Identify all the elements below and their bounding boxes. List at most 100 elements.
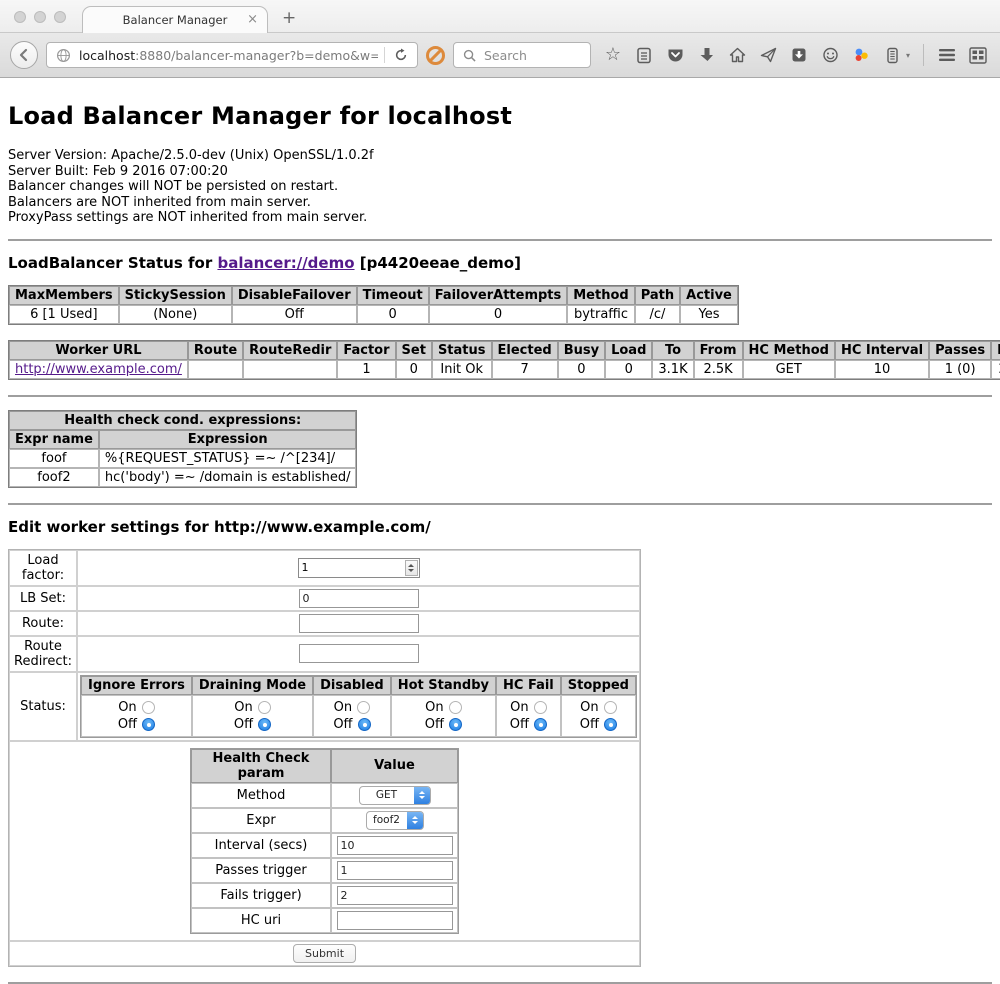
balancer-demo-link[interactable]: balancer://demo: [217, 254, 354, 272]
hc-interval-label: Interval (secs): [191, 833, 331, 858]
status-label: Status:: [9, 672, 77, 741]
download-icon[interactable]: [696, 45, 716, 65]
url-separator: [384, 47, 385, 63]
col-route: Route: [188, 341, 243, 360]
server-built-line: Server Built: Feb 9 2016 07:00:20: [8, 164, 992, 180]
globe-icon: [53, 45, 73, 65]
worker-url-link[interactable]: http://www.example.com/: [15, 362, 182, 377]
hot-standby-on-radio[interactable]: [449, 701, 462, 714]
cell-from: 2.5K: [694, 360, 743, 379]
bookmark-star-icon[interactable]: ☆: [603, 45, 623, 65]
col-load: Load: [605, 341, 652, 360]
col-timeout: Timeout: [357, 286, 429, 305]
route-redirect-label: Route Redirect:: [9, 636, 77, 672]
search-bar[interactable]: [453, 42, 591, 68]
number-stepper-icon[interactable]: [405, 560, 418, 576]
load-factor-field[interactable]: [299, 561, 405, 574]
forum-smiley-icon[interactable]: [820, 45, 840, 65]
hc-uri-label: HC uri: [191, 908, 331, 933]
menu-hamburger-icon[interactable]: [937, 45, 957, 65]
loadbalancer-status-heading: LoadBalancer Status for balancer://demo …: [8, 254, 992, 272]
disabled-on-radio[interactable]: [357, 701, 370, 714]
radio-on-label: On: [510, 699, 528, 716]
hc-fails-input[interactable]: [337, 886, 453, 905]
stopped-on-radio[interactable]: [604, 701, 617, 714]
cell-expression: hc('body') =~ /domain is established/: [99, 468, 357, 487]
route-input[interactable]: [299, 614, 419, 633]
cell-expression: %{REQUEST_STATUS} =~ /^[234]/: [99, 449, 357, 468]
window-controls[interactable]: [14, 11, 66, 23]
route-redirect-input[interactable]: [299, 644, 419, 663]
hc-method-label: Method: [191, 783, 331, 808]
hc-expr-select[interactable]: foof2: [366, 811, 424, 830]
pocket-icon[interactable]: [665, 45, 685, 65]
lb-set-input[interactable]: [299, 589, 419, 608]
cell-fails: 2 (0): [991, 360, 1000, 379]
heading-prefix: LoadBalancer Status for: [8, 254, 217, 272]
url-bar[interactable]: localhost:8880/balancer-manager?b=demo&w…: [46, 42, 418, 68]
radio-on-label: On: [580, 699, 598, 716]
hc-interval-input[interactable]: [337, 836, 453, 855]
col-hc-method: HC Method: [743, 341, 835, 360]
browser-tab[interactable]: Balancer Manager ×: [82, 6, 268, 33]
worker-status-table: Worker URL Route RouteRedir Factor Set S…: [8, 340, 1000, 380]
draining-mode-off-radio[interactable]: [258, 718, 271, 731]
minimize-window-button[interactable]: [34, 11, 46, 23]
url-text[interactable]: localhost:8880/balancer-manager?b=demo&w…: [79, 48, 378, 63]
reload-icon[interactable]: [391, 45, 411, 65]
container-battery-icon[interactable]: [882, 45, 902, 65]
load-factor-input[interactable]: [298, 558, 420, 578]
cell-path: /c/: [635, 305, 680, 324]
ignore-errors-off-radio[interactable]: [142, 718, 155, 731]
divider: [8, 503, 992, 505]
hc-passes-input[interactable]: [337, 861, 453, 880]
radio-off-label: Off: [510, 716, 529, 733]
hc-fail-on-radio[interactable]: [534, 701, 547, 714]
home-icon[interactable]: [727, 45, 747, 65]
hc-uri-row: HC uri: [191, 908, 458, 933]
hc-expr-row: Expr foof2: [191, 808, 458, 833]
ignore-errors-on-radio[interactable]: [142, 701, 155, 714]
hot-standby-off-radio[interactable]: [449, 718, 462, 731]
new-tab-button[interactable]: +: [282, 10, 296, 27]
form-row-load-factor: Load factor:: [9, 550, 640, 586]
col-path: Path: [635, 286, 680, 305]
draining-mode-on-radio[interactable]: [258, 701, 271, 714]
hc-interval-row: Interval (secs): [191, 833, 458, 858]
reading-list-icon[interactable]: [634, 45, 654, 65]
search-input[interactable]: [484, 48, 584, 63]
cell-active: Yes: [680, 305, 738, 324]
zoom-window-button[interactable]: [54, 11, 66, 23]
inherit-note-line: Balancers are NOT inherited from main se…: [8, 195, 992, 211]
edit-worker-heading: Edit worker settings for http://www.exam…: [8, 518, 992, 536]
balancer-status-table: MaxMembers StickySession DisableFailover…: [8, 285, 739, 325]
radio-on-label: On: [334, 699, 352, 716]
table-row: http://www.example.com/ 1 0 Init Ok 7 0 …: [9, 360, 1000, 379]
form-row-status: Status: Ignore Errors Draining Mode Disa…: [9, 672, 640, 741]
close-window-button[interactable]: [14, 11, 26, 23]
url-domain: localhost: [79, 48, 135, 63]
tiles-grid-icon[interactable]: [968, 45, 988, 65]
hc-fail-radios: On Off: [496, 695, 561, 737]
hc-method-select[interactable]: GET: [359, 786, 431, 805]
stopped-off-radio[interactable]: [604, 718, 617, 731]
send-plane-icon[interactable]: [758, 45, 778, 65]
col-worker-url: Worker URL: [9, 341, 188, 360]
col-factor: Factor: [337, 341, 395, 360]
table-row: 6 [1 Used] (None) Off 0 0 bytraffic /c/ …: [9, 305, 738, 324]
tab-close-icon[interactable]: ×: [247, 12, 258, 27]
colored-dots-extension-icon[interactable]: [851, 45, 871, 65]
disabled-off-radio[interactable]: [358, 718, 371, 731]
back-button[interactable]: [10, 41, 38, 69]
radio-off-label: Off: [580, 716, 599, 733]
cell-busy: 0: [558, 360, 605, 379]
edit-worker-form: Load factor: LB Set: Route: Route Redire…: [8, 549, 641, 967]
content-blocker-icon[interactable]: [426, 46, 445, 65]
submit-button[interactable]: Submit: [293, 944, 356, 963]
col-ignore-errors: Ignore Errors: [81, 676, 192, 695]
ignore-errors-radios: On Off: [81, 695, 192, 737]
hc-fail-off-radio[interactable]: [534, 718, 547, 731]
panel-download-icon[interactable]: [789, 45, 809, 65]
tab-title: Balancer Manager: [123, 13, 228, 27]
chevron-down-icon[interactable]: ▾: [906, 51, 910, 60]
